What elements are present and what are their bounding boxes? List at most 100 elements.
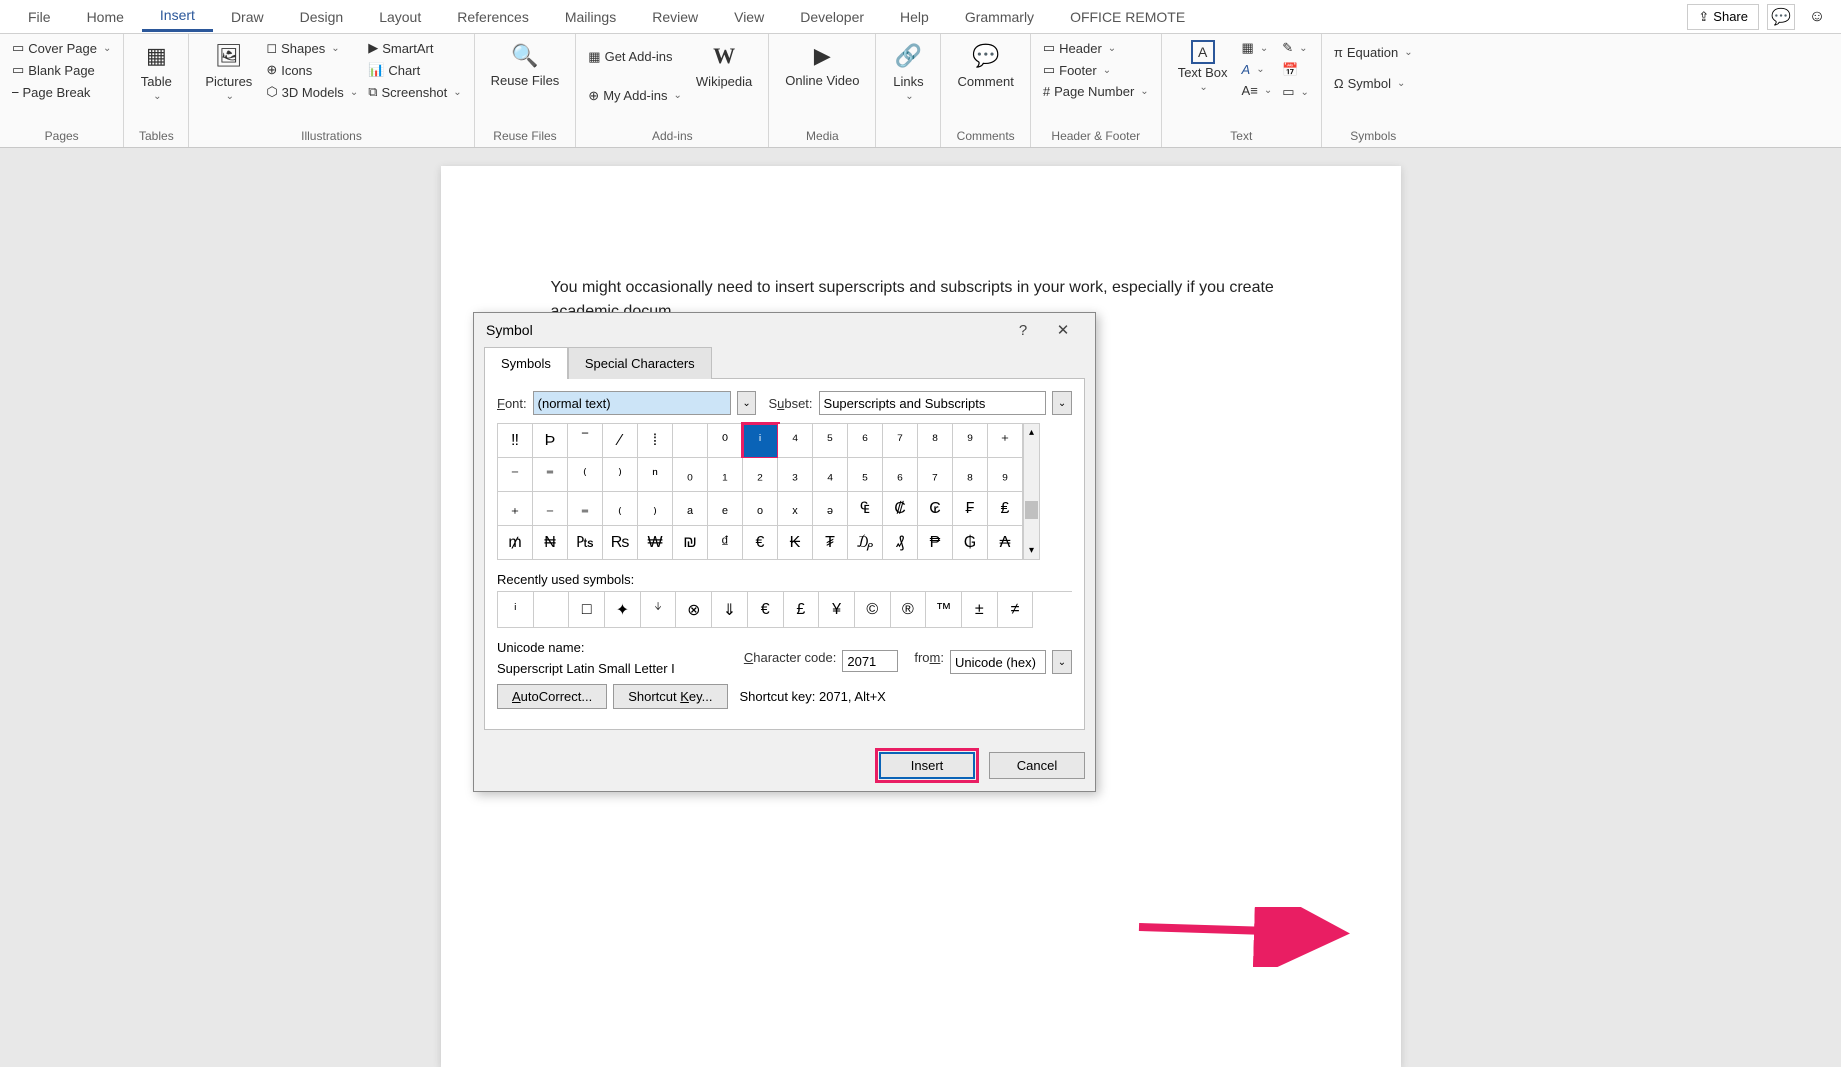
3d-models-button[interactable]: ⬡3D Models (264, 82, 360, 102)
recent-symbol-cell[interactable]: ® (891, 592, 927, 628)
tab-help[interactable]: Help (882, 3, 947, 31)
symbol-cell[interactable]: ₦ (533, 526, 568, 560)
symbol-cell[interactable]: ₇ (918, 458, 953, 492)
subset-combo[interactable]: Superscripts and Subscripts (819, 391, 1047, 415)
symbol-button[interactable]: ΩSymbol (1332, 74, 1415, 93)
symbol-cell[interactable]: ₄ (813, 458, 848, 492)
symbol-cell[interactable]: ⁽ (568, 458, 603, 492)
symbol-cell[interactable]: ₣ (953, 492, 988, 526)
symbol-cell[interactable]: ₰ (883, 526, 918, 560)
recent-symbol-cell[interactable]: □ (569, 592, 605, 628)
reuse-files-button[interactable]: 🔍Reuse Files (485, 38, 566, 90)
symbol-cell[interactable]: ₓ (778, 492, 813, 526)
symbol-cell[interactable]: ⁱ (743, 424, 778, 458)
symbol-cell[interactable] (673, 424, 708, 458)
screenshot-button[interactable]: ⧉Screenshot (366, 82, 463, 102)
symbol-cell[interactable]: ₍ (603, 492, 638, 526)
symbol-cell[interactable]: ₤ (988, 492, 1023, 526)
symbol-scrollbar[interactable]: ▴ ▾ (1023, 423, 1040, 560)
symbol-cell[interactable]: ₠ (848, 492, 883, 526)
scroll-up-icon[interactable]: ▴ (1024, 424, 1039, 441)
tab-special-characters[interactable]: Special Characters (568, 347, 712, 379)
recent-symbol-cell[interactable]: ¥ (819, 592, 855, 628)
symbol-cell[interactable]: ⁻ (498, 458, 533, 492)
symbol-cell[interactable]: ₅ (848, 458, 883, 492)
signature-button[interactable]: ✎ (1280, 38, 1311, 58)
feedback-icon[interactable]: ☺ (1803, 4, 1831, 30)
header-button[interactable]: ▭Header (1041, 38, 1151, 58)
tab-review[interactable]: Review (634, 3, 716, 31)
cover-page-button[interactable]: ▭Cover Page (10, 38, 113, 58)
symbol-cell[interactable]: ⁄ (603, 424, 638, 458)
tab-home[interactable]: Home (69, 3, 142, 31)
tab-references[interactable]: References (439, 3, 547, 31)
footer-button[interactable]: ▭Footer (1041, 60, 1151, 80)
links-button[interactable]: 🔗Links (886, 38, 930, 104)
pictures-button[interactable]: 🖼Pictures (199, 38, 258, 104)
icons-button[interactable]: ⊕Icons (264, 60, 360, 80)
tab-design[interactable]: Design (282, 3, 362, 31)
tab-file[interactable]: File (10, 3, 69, 31)
recent-symbol-cell[interactable] (534, 592, 570, 628)
symbol-cell[interactable]: ⁰ (708, 424, 743, 458)
recent-symbol-cell[interactable]: ᛎ (641, 592, 677, 628)
symbol-cell[interactable]: ⁴ (778, 424, 813, 458)
symbol-cell[interactable]: ₌ (568, 492, 603, 526)
tab-office-remote[interactable]: OFFICE REMOTE (1052, 3, 1203, 31)
help-button[interactable]: ? (1003, 315, 1043, 345)
symbol-cell[interactable]: ₊ (498, 492, 533, 526)
recent-symbol-cell[interactable]: ✦ (605, 592, 641, 628)
symbol-cell[interactable]: ₥ (498, 526, 533, 560)
comment-button[interactable]: 💬Comment (951, 38, 1019, 91)
scroll-thumb[interactable] (1025, 501, 1038, 519)
wordart-button[interactable]: A (1240, 60, 1275, 79)
recent-symbol-cell[interactable]: ≠ (998, 592, 1034, 628)
symbol-cell[interactable]: ⁹ (953, 424, 988, 458)
recent-symbol-cell[interactable]: ™ (926, 592, 962, 628)
smartart-button[interactable]: ▶SmartArt (366, 38, 463, 58)
cancel-button[interactable]: Cancel (989, 752, 1085, 779)
date-time-button[interactable]: 📅 (1280, 60, 1311, 80)
chart-button[interactable]: 📊Chart (366, 60, 463, 80)
recent-symbol-cell[interactable]: © (855, 592, 891, 628)
symbol-cell[interactable]: ₧ (568, 526, 603, 560)
symbol-cell[interactable]: ₯ (848, 526, 883, 560)
equation-button[interactable]: πEquation (1332, 43, 1415, 62)
get-addins-button[interactable]: ▦Get Add-ins (586, 47, 684, 67)
recent-symbol-cell[interactable]: ⁱ (498, 592, 534, 628)
symbol-cell[interactable]: ₑ (708, 492, 743, 526)
symbol-cell[interactable]: ₡ (883, 492, 918, 526)
shapes-button[interactable]: ◻Shapes (264, 38, 360, 58)
blank-page-button[interactable]: ▭Blank Page (10, 60, 113, 80)
text-box-button[interactable]: AText Box (1172, 38, 1234, 95)
symbol-cell[interactable]: ₮ (813, 526, 848, 560)
tab-grammarly[interactable]: Grammarly (947, 3, 1052, 31)
drop-cap-button[interactable]: A≡ (1240, 81, 1275, 100)
recent-symbol-cell[interactable]: £ (784, 592, 820, 628)
from-combo[interactable]: Unicode (hex) (950, 650, 1046, 674)
symbol-cell[interactable]: ₀ (673, 458, 708, 492)
recent-symbol-cell[interactable]: ⊗ (676, 592, 712, 628)
symbol-cell[interactable]: ⁶ (848, 424, 883, 458)
symbol-cell[interactable]: ₩ (638, 526, 673, 560)
dialog-titlebar[interactable]: Symbol ? ✕ (474, 313, 1095, 347)
symbol-cell[interactable]: ₱ (918, 526, 953, 560)
tab-symbols[interactable]: Symbols (484, 347, 568, 379)
tab-developer[interactable]: Developer (782, 3, 882, 31)
symbol-cell[interactable]: ₉ (988, 458, 1023, 492)
symbol-cell[interactable]: ⁷ (883, 424, 918, 458)
symbol-cell[interactable]: ₁ (708, 458, 743, 492)
symbol-cell[interactable]: ⁿ (638, 458, 673, 492)
object-button[interactable]: ▭ (1280, 82, 1311, 102)
my-addins-button[interactable]: ⊕My Add-ins (586, 86, 684, 106)
symbol-cell[interactable]: ⁼ (533, 458, 568, 492)
close-button[interactable]: ✕ (1043, 315, 1083, 345)
symbol-cell[interactable]: ₢ (918, 492, 953, 526)
symbol-cell[interactable]: ₃ (778, 458, 813, 492)
symbol-cell[interactable]: ‾ (568, 424, 603, 458)
symbol-cell[interactable]: ₪ (673, 526, 708, 560)
font-combo-dropdown[interactable]: ⌄ (737, 391, 757, 415)
symbol-cell[interactable]: ₈ (953, 458, 988, 492)
symbol-cell[interactable]: ₆ (883, 458, 918, 492)
symbol-cell[interactable]: ⁵ (813, 424, 848, 458)
